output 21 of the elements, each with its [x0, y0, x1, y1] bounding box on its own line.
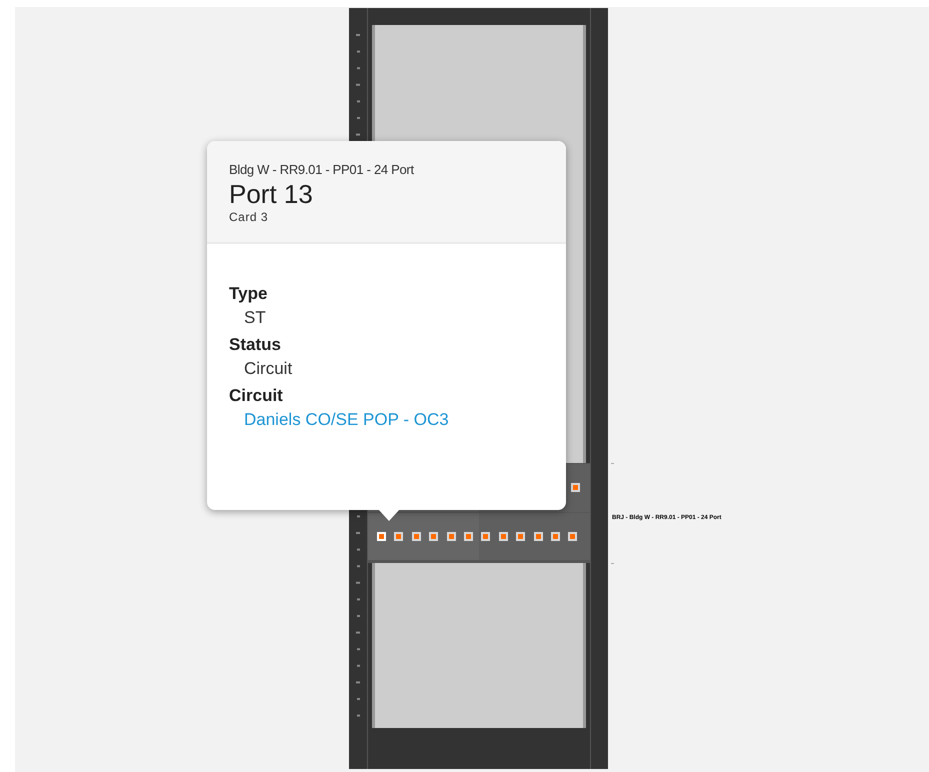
popover-title: Port 13 [229, 180, 314, 208]
field-label: Status [229, 335, 282, 356]
field-label: Circuit [229, 386, 284, 406]
port-icon[interactable] [429, 532, 438, 541]
popover-caption: Card 3 [229, 209, 270, 226]
port-icon[interactable] [412, 532, 421, 541]
port-icon[interactable] [571, 483, 580, 492]
field-value: Circuit [244, 359, 292, 378]
field-label: Type [229, 284, 268, 304]
port-icon[interactable] [464, 532, 473, 541]
port-icon[interactable] [446, 532, 456, 541]
port-icon[interactable] [534, 532, 543, 541]
port-icon[interactable] [498, 532, 508, 541]
port-icon[interactable] [516, 532, 526, 541]
port-icon[interactable] [481, 532, 490, 541]
circuit-link[interactable]: Daniels CO/SE POP - OC3 [244, 410, 449, 430]
port-icon[interactable] [550, 532, 560, 541]
field-value: ST [244, 308, 266, 328]
port-icon[interactable] [394, 532, 404, 541]
port-icon[interactable] [568, 532, 578, 541]
popover-subtitle: Bldg W - RR9.01 - PP01 - 24 Port [229, 161, 415, 179]
